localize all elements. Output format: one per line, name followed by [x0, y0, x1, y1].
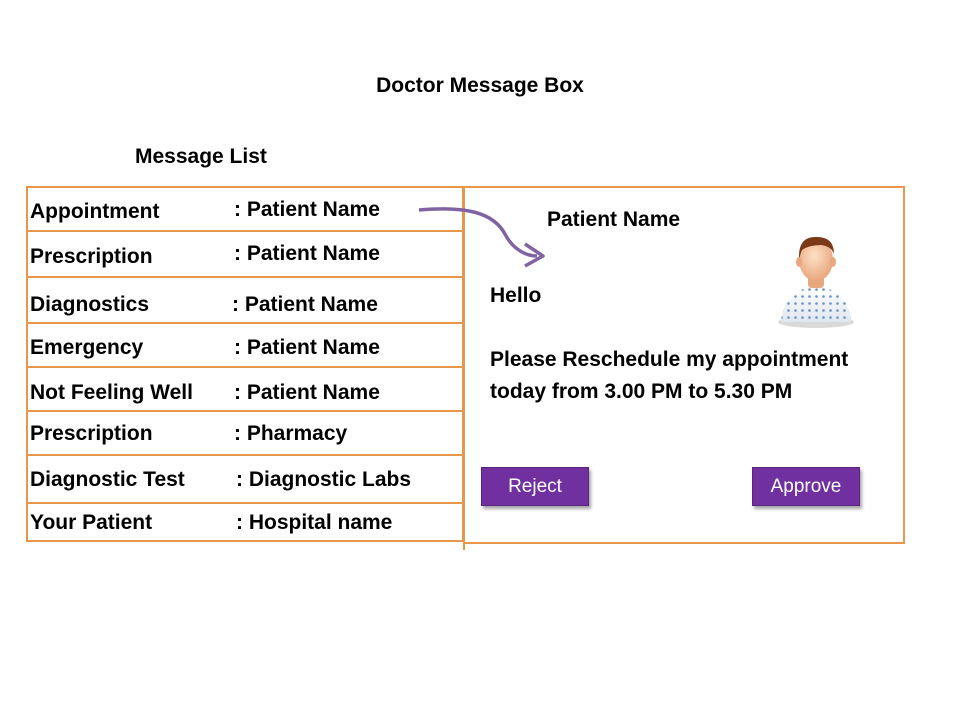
detail-patient-name: Patient Name: [547, 208, 681, 231]
message-item-not-feeling-well[interactable]: Not Feeling Well : Patient Name: [26, 366, 464, 412]
reject-button[interactable]: Reject: [481, 467, 589, 506]
message-category: Your Patient: [30, 511, 153, 534]
message-sender: : Patient Name: [234, 381, 380, 404]
message-category: Appointment: [30, 200, 160, 223]
message-item-diagnostic-labs[interactable]: Diagnostic Test : Diagnostic Labs: [26, 454, 464, 504]
message-item-prescription[interactable]: Prescription : Patient Name: [26, 230, 464, 278]
message-sender: : Patient Name: [234, 336, 380, 359]
message-category: Prescription: [30, 245, 153, 268]
message-category: Diagnostics: [30, 293, 150, 316]
message-greeting: Hello: [490, 284, 542, 307]
message-sender: : Patient Name: [234, 242, 380, 265]
curved-arrow-icon: [415, 198, 555, 273]
message-item-pharmacy[interactable]: Prescription : Pharmacy: [26, 410, 464, 456]
message-category: Diagnostic Test: [30, 468, 185, 491]
message-category: Prescription: [30, 422, 153, 445]
patient-avatar-icon: [771, 230, 861, 335]
message-sender: : Pharmacy: [234, 422, 348, 445]
message-item-emergency[interactable]: Emergency : Patient Name: [26, 322, 464, 368]
message-list-title: Message List: [135, 145, 267, 168]
message-item-hospital[interactable]: Your Patient : Hospital name: [26, 502, 464, 542]
message-item-appointment[interactable]: Appointment : Patient Name: [26, 186, 464, 232]
message-list: Appointment : Patient Name Prescription …: [26, 186, 466, 542]
message-sender: : Patient Name: [234, 198, 380, 221]
message-sender: : Hospital name: [236, 511, 393, 534]
page-title: Doctor Message Box: [376, 74, 584, 97]
message-category: Emergency: [30, 336, 144, 359]
message-sender: : Diagnostic Labs: [236, 468, 412, 491]
message-item-diagnostics[interactable]: Diagnostics : Patient Name: [26, 276, 464, 324]
approve-button[interactable]: Approve: [752, 467, 860, 506]
message-sender: : Patient Name: [232, 293, 378, 316]
message-body: Please Reschedule my appointment today f…: [490, 348, 849, 403]
message-category: Not Feeling Well: [30, 381, 193, 404]
